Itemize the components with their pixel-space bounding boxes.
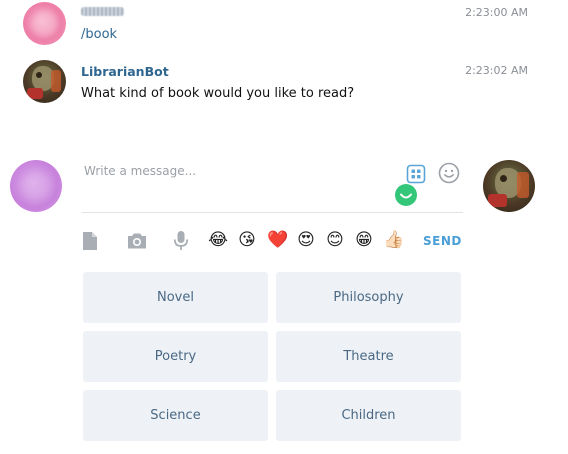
message-timestamp: 2:23:02 AM bbox=[465, 64, 528, 77]
emoji-grin[interactable]: 😁 bbox=[354, 231, 374, 251]
keyboard-button-science[interactable]: Science bbox=[83, 390, 268, 441]
my-avatar[interactable] bbox=[10, 160, 62, 212]
emoji-heart-eyes[interactable]: 😍 bbox=[296, 231, 316, 251]
sender-name[interactable]: LibrarianBot bbox=[81, 64, 169, 79]
bot-keyboard-icon[interactable] bbox=[406, 164, 426, 184]
emoji-heart[interactable]: ❤️ bbox=[267, 231, 288, 251]
online-badge-icon bbox=[394, 183, 418, 207]
emoji-blush[interactable]: 😊 bbox=[325, 231, 345, 251]
user-name-redacted bbox=[81, 7, 124, 16]
smiley-icon[interactable] bbox=[438, 162, 460, 184]
peer-avatar[interactable] bbox=[483, 160, 535, 212]
message-timestamp: 2:23:00 AM bbox=[465, 6, 528, 19]
user-avatar[interactable] bbox=[23, 2, 66, 45]
emoji-kiss[interactable]: 😘 bbox=[237, 231, 257, 251]
keyboard-button-novel[interactable]: Novel bbox=[83, 272, 268, 323]
keyboard-button-poetry[interactable]: Poetry bbox=[83, 331, 268, 382]
emoji-thumbs-up[interactable]: 👍🏻 bbox=[383, 231, 404, 251]
keyboard-button-philosophy[interactable]: Philosophy bbox=[276, 272, 461, 323]
microphone-icon[interactable] bbox=[172, 230, 190, 252]
message-text: /book bbox=[81, 27, 118, 42]
message-input[interactable]: Write a message... bbox=[84, 164, 196, 178]
bot-avatar[interactable] bbox=[23, 60, 66, 103]
keyboard-button-theatre[interactable]: Theatre bbox=[276, 331, 461, 382]
send-button[interactable]: SEND bbox=[423, 234, 462, 248]
camera-icon[interactable] bbox=[126, 232, 148, 250]
message-text: What kind of book would you like to read… bbox=[81, 86, 355, 101]
composer-divider bbox=[82, 212, 463, 213]
emoji-tears-of-joy[interactable]: 😂 bbox=[208, 231, 228, 251]
keyboard-button-children[interactable]: Children bbox=[276, 390, 461, 441]
file-icon[interactable] bbox=[80, 231, 100, 251]
